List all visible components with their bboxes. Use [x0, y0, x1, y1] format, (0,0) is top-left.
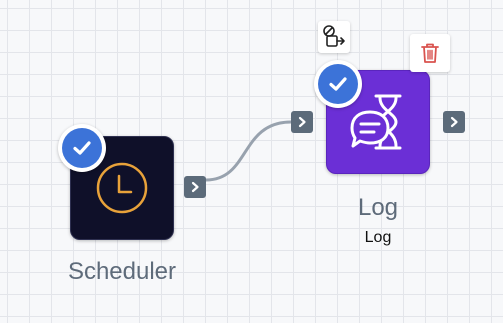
check-icon: [73, 141, 91, 155]
scheduler-output-port[interactable]: [184, 176, 206, 198]
skip-node-button[interactable]: [318, 21, 350, 53]
scheduler-selected-badge[interactable]: [58, 124, 106, 172]
log-selected-badge[interactable]: [314, 60, 362, 108]
delete-node-button[interactable]: [410, 34, 450, 72]
trash-icon: [421, 43, 439, 63]
chevron-right-icon: [298, 116, 306, 128]
log-output-port[interactable]: [443, 111, 465, 133]
log-input-port[interactable]: [291, 111, 313, 133]
log-sublabel: Log: [364, 229, 392, 246]
log-label: Log: [357, 194, 399, 221]
skip-node-icon: [323, 25, 345, 47]
chevron-right-icon: [191, 181, 199, 193]
workflow-canvas[interactable]: Scheduler Log Log: [0, 0, 503, 323]
scheduler-label: Scheduler: [67, 258, 177, 285]
check-icon: [329, 77, 347, 91]
chevron-right-icon: [450, 116, 458, 128]
